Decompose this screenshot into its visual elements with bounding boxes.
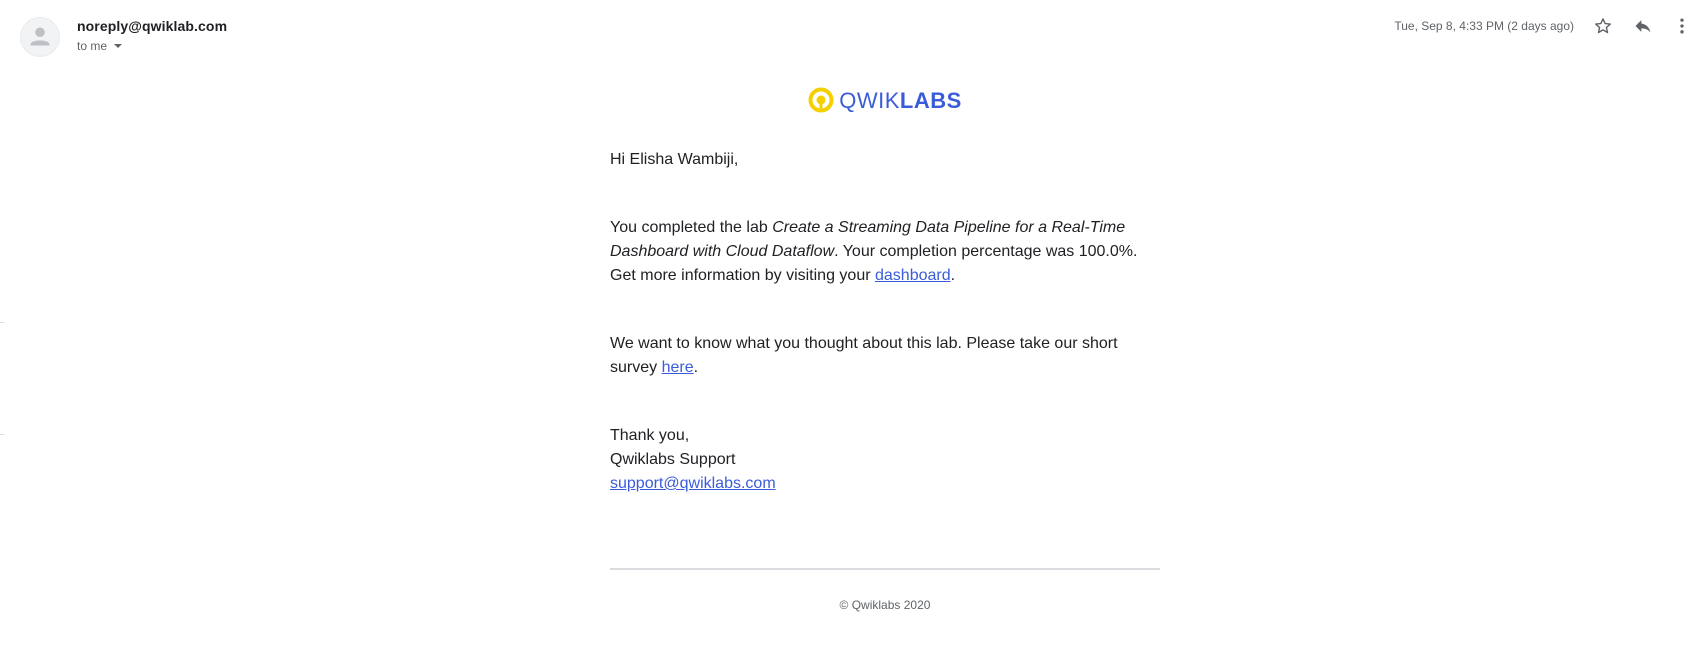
reply-button[interactable] — [1631, 14, 1655, 38]
recipient-label: to me — [77, 39, 108, 53]
logo-wordmark: QWIKLABS — [839, 89, 962, 113]
recipient-details-toggle[interactable]: to me — [77, 39, 123, 53]
survey-paragraph: We want to know what you thought about t… — [610, 332, 1160, 380]
more-vert-icon — [1680, 18, 1684, 34]
signoff: Thank you, Qwiklabs Support support@qwik… — [610, 424, 1160, 496]
signoff-team: Qwiklabs Support — [610, 451, 736, 468]
footer-divider — [610, 568, 1160, 570]
edge-divider — [0, 322, 4, 323]
survey-text-suffix: . — [693, 359, 699, 376]
sender-avatar[interactable] — [20, 17, 60, 57]
signoff-thanks: Thank you, — [610, 427, 690, 444]
completion-text-suffix: . — [950, 267, 956, 284]
reply-icon — [1635, 20, 1651, 33]
completion-text-prefix: You completed the lab — [610, 219, 773, 236]
greeting: Hi Elisha Wambiji, — [610, 151, 739, 168]
footer-copyright: © Qwiklabs 2020 — [839, 598, 931, 612]
qwiklabs-logo-icon — [808, 87, 834, 113]
logo-text-bold: LABS — [899, 88, 962, 113]
email-timestamp: Tue, Sep 8, 4:33 PM (2 days ago) — [1394, 19, 1574, 33]
email-body: QWIKLABS Hi Elisha Wambiji, You complete… — [610, 84, 1160, 617]
email-header: noreply@qwiklab.com to me Tue, Sep 8, 4:… — [0, 0, 1700, 64]
edge-divider — [0, 434, 4, 435]
support-email-link[interactable]: support@qwiklabs.com — [610, 472, 1160, 496]
star-icon — [1595, 18, 1611, 34]
survey-link[interactable]: here — [662, 359, 694, 376]
dashboard-link[interactable]: dashboard — [875, 267, 951, 284]
caret-down-icon — [114, 44, 123, 48]
completion-paragraph: You completed the lab Create a Streaming… — [610, 216, 1160, 288]
logo-text-thin: QWIK — [839, 88, 900, 113]
more-options-button[interactable] — [1670, 14, 1694, 38]
sender-address: noreply@qwiklab.com — [77, 18, 228, 34]
qwiklabs-logo: QWIKLABS — [610, 84, 1160, 118]
star-button[interactable] — [1591, 14, 1615, 38]
person-avatar-icon — [30, 27, 50, 46]
